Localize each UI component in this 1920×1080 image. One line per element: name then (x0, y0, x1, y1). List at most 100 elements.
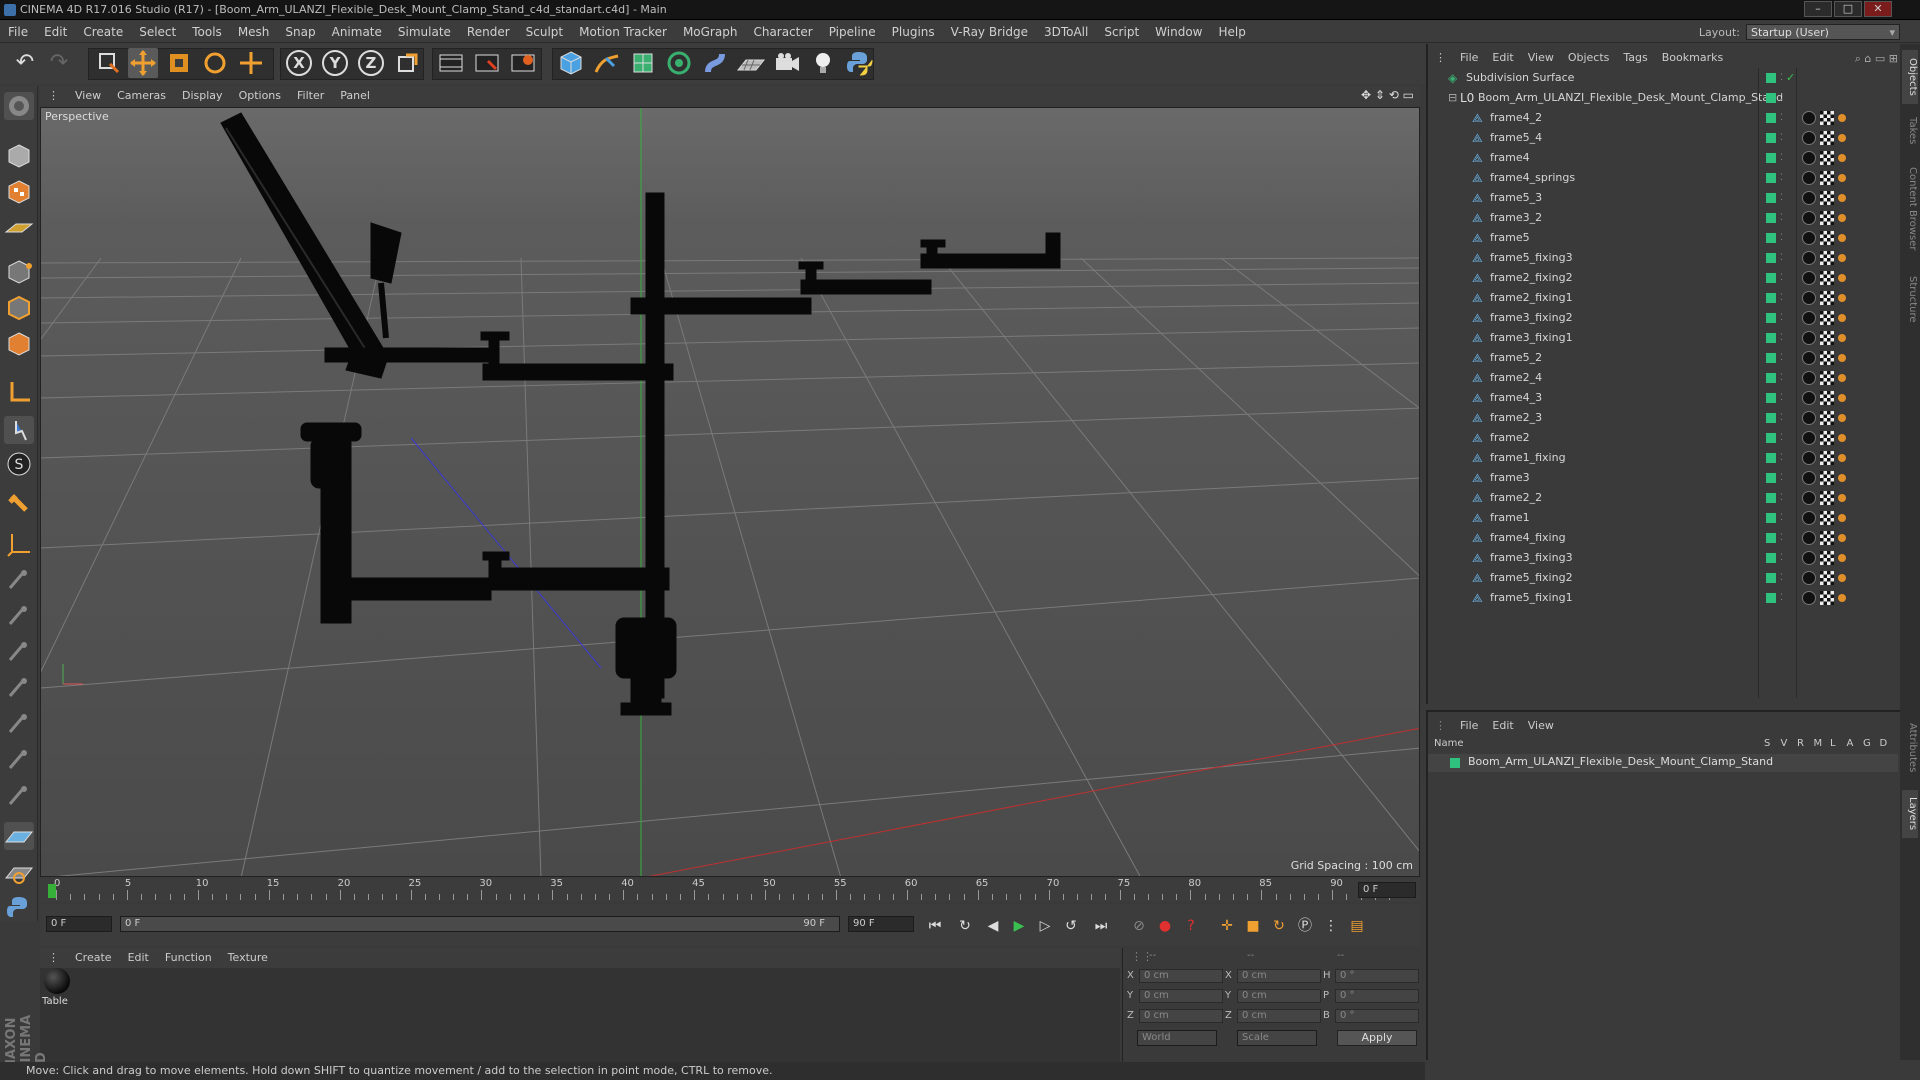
object-visibility-dots[interactable]: ⁚ (1780, 448, 1783, 468)
object-name[interactable]: frame4_springs (1490, 168, 1575, 188)
object-row[interactable]: ⟁ frame5_2 ⁚ (1428, 348, 1888, 368)
material-tag-icon[interactable] (1802, 531, 1816, 545)
phong-tag-icon[interactable] (1838, 214, 1846, 222)
key-move-icon[interactable]: ✛ (1216, 915, 1238, 937)
phong-tag-icon[interactable] (1838, 374, 1846, 382)
subdivision-surface-icon[interactable] (628, 48, 658, 78)
texture-tag-icon[interactable] (1820, 231, 1834, 245)
phong-tag-icon[interactable] (1838, 534, 1846, 542)
timeline-frame-field[interactable]: 0 F (1358, 882, 1416, 898)
record-icon[interactable]: ● (1154, 915, 1176, 937)
texture-tag-icon[interactable] (1820, 471, 1834, 485)
tree-expander-icon[interactable]: ⊟ (1448, 88, 1457, 108)
phong-tag-icon[interactable] (1838, 414, 1846, 422)
axis-mode-icon[interactable] (4, 378, 34, 406)
phong-tag-icon[interactable] (1838, 354, 1846, 362)
phong-tag-icon[interactable] (1838, 314, 1846, 322)
points-mode-icon[interactable] (4, 258, 34, 286)
coord-value-field[interactable]: 0 cm (1139, 969, 1223, 983)
sculpt-brush-icon[interactable] (4, 858, 34, 886)
coord-value-field[interactable]: 0 cm (1139, 1009, 1223, 1023)
material-tag-icon[interactable] (1802, 331, 1816, 345)
object-name[interactable]: Boom_Arm_ULANZI_Flexible_Desk_Mount_Clam… (1478, 88, 1783, 108)
right-tab-takes[interactable]: Takes (1902, 110, 1918, 152)
phong-tag-icon[interactable] (1838, 574, 1846, 582)
playhead[interactable] (48, 884, 56, 898)
camera-icon[interactable] (772, 48, 802, 78)
object-name[interactable]: frame5_4 (1490, 128, 1542, 148)
object-name[interactable]: frame4 (1490, 148, 1530, 168)
menu-item-edit[interactable]: Edit (36, 21, 75, 43)
material-swatch[interactable] (44, 968, 70, 994)
material-name[interactable]: Table (42, 996, 68, 1007)
object-name[interactable]: frame5_3 (1490, 188, 1542, 208)
menu-item-plugins[interactable]: Plugins (884, 21, 943, 43)
viewport-nav-icons[interactable]: ✥ ⇕ ⟲ ▭ (1361, 88, 1414, 102)
object-name[interactable]: frame2_fixing1 (1490, 288, 1573, 308)
texture-tag-icon[interactable] (1820, 131, 1834, 145)
goto-start-icon[interactable]: ⏮ (924, 915, 946, 937)
object-row[interactable]: ⟁ frame3 ⁚ (1428, 468, 1888, 488)
object-row-root[interactable]: ◈ Subdivision Surface ⁚ ✓ (1428, 68, 1888, 88)
object-visibility-dots[interactable]: ⁚ (1780, 588, 1783, 608)
menu-item-script[interactable]: Script (1096, 21, 1147, 43)
object-visibility-dots[interactable]: ⁚ (1780, 148, 1783, 168)
object-name[interactable]: frame1_fixing (1490, 448, 1566, 468)
object-row[interactable]: ⟁ frame5_4 ⁚ (1428, 128, 1888, 148)
material-tag-icon[interactable] (1802, 571, 1816, 585)
viewport-menu-view[interactable]: View (67, 86, 109, 106)
object-name[interactable]: frame4_2 (1490, 108, 1542, 128)
right-tab-layers[interactable]: Layers (1902, 790, 1918, 838)
texture-tag-icon[interactable] (1820, 431, 1834, 445)
object-name[interactable]: frame4_3 (1490, 388, 1542, 408)
material-tag-icon[interactable] (1802, 591, 1816, 605)
object-name[interactable]: frame2 (1490, 428, 1530, 448)
object-name[interactable]: frame5 (1490, 228, 1530, 248)
texture-tag-icon[interactable] (1820, 511, 1834, 525)
object-row[interactable]: ⟁ frame3_fixing1 ⁚ (1428, 328, 1888, 348)
texture-tag-icon[interactable] (1820, 291, 1834, 305)
next-key-icon[interactable]: ↺ (1060, 915, 1082, 937)
object-manager-toolbar-icons[interactable]: ⌕ ⌂ ▭ ⊞ (1855, 52, 1898, 66)
phong-tag-icon[interactable] (1838, 494, 1846, 502)
layer-row[interactable]: Boom_Arm_ULANZI_Flexible_Desk_Mount_Clam… (1428, 754, 1898, 772)
object-name[interactable]: frame4_fixing (1490, 528, 1566, 548)
object-row[interactable]: ⟁ frame3_fixing2 ⁚ (1428, 308, 1888, 328)
menu-item-motion-tracker[interactable]: Motion Tracker (571, 21, 675, 43)
object-layer-color[interactable] (1766, 173, 1776, 183)
material-tag-icon[interactable] (1802, 411, 1816, 425)
play-icon[interactable]: ▶ (1008, 915, 1030, 937)
object-layer-color[interactable] (1766, 113, 1776, 123)
viewport-menu-options[interactable]: Options (231, 86, 289, 106)
object-visibility-dots[interactable]: ⁚ (1780, 508, 1783, 528)
object-visibility-dots[interactable]: ⁚ (1780, 308, 1783, 328)
close-button[interactable]: ✕ (1864, 1, 1892, 17)
coordinate-system-icon[interactable] (392, 48, 422, 78)
object-row[interactable]: ⟁ frame2_2 ⁚ (1428, 488, 1888, 508)
layer-menu-edit[interactable]: Edit (1485, 716, 1520, 736)
texture-tag-icon[interactable] (1820, 151, 1834, 165)
object-name[interactable]: frame2_2 (1490, 488, 1542, 508)
redo-icon[interactable]: ↷ (44, 48, 74, 78)
texture-tag-icon[interactable] (1820, 491, 1834, 505)
object-visibility-dots[interactable]: ⁚ (1780, 248, 1783, 268)
menu-item-pipeline[interactable]: Pipeline (821, 21, 884, 43)
viewport-menu-filter[interactable]: Filter (289, 86, 332, 106)
object-visibility-dots[interactable]: ⁚ (1780, 328, 1783, 348)
workplane-axis-icon[interactable] (4, 530, 34, 558)
viewport-menu-display[interactable]: Display (174, 86, 231, 106)
phong-tag-icon[interactable] (1838, 234, 1846, 242)
phong-tag-icon[interactable] (1838, 394, 1846, 402)
light-icon[interactable] (808, 48, 838, 78)
menu-item-simulate[interactable]: Simulate (390, 21, 459, 43)
texture-tag-icon[interactable] (1820, 271, 1834, 285)
material-tag-icon[interactable] (1802, 211, 1816, 225)
coord-value-field[interactable]: 0 cm (1237, 989, 1321, 1003)
material-tag-icon[interactable] (1802, 431, 1816, 445)
phong-tag-icon[interactable] (1838, 254, 1846, 262)
brush-tool-4-icon[interactable] (4, 674, 34, 702)
object-layer-color[interactable] (1766, 553, 1776, 563)
object-layer-color[interactable] (1766, 373, 1776, 383)
right-tab-attributes[interactable]: Attributes (1902, 712, 1918, 784)
object-layer-color[interactable] (1766, 593, 1776, 603)
